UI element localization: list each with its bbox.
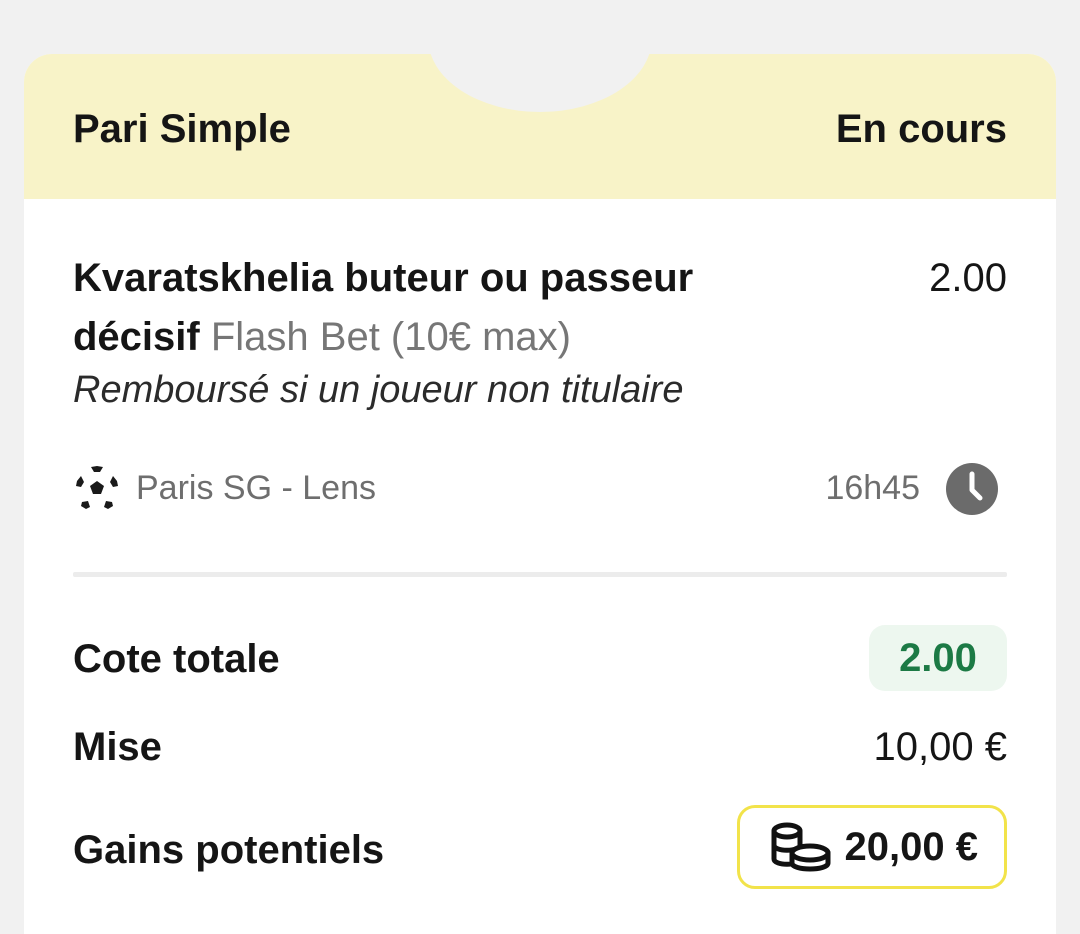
potential-gains-box: 20,00 € <box>737 805 1007 889</box>
stake-value: 10,00 € <box>873 725 1007 769</box>
ticket-notch <box>428 54 652 112</box>
bet-type-title: Pari Simple <box>73 107 291 151</box>
bet-card: Pari Simple En cours Kvaratskhelia buteu… <box>24 54 1056 934</box>
section-divider <box>73 572 1007 577</box>
clock-icon <box>946 463 998 515</box>
event-time: 16h45 <box>825 469 920 507</box>
potential-gains-value: 20,00 € <box>844 825 978 869</box>
event-name: Paris SG - Lens <box>136 469 376 507</box>
bet-card-header: Pari Simple En cours <box>24 54 1056 199</box>
selection-promo: Flash Bet (10€ max) <box>210 315 571 359</box>
stake-label: Mise <box>73 725 162 769</box>
selection-description: Kvaratskhelia buteur ou passeur décisif … <box>73 249 793 367</box>
selection-condition: Remboursé si un joueur non titulaire <box>73 369 684 411</box>
potential-gains-label: Gains potentiels <box>73 828 385 872</box>
event-row: Paris SG - Lens 16h45 <box>73 462 1007 515</box>
bet-status: En cours <box>835 107 1007 151</box>
coins-icon <box>771 822 831 872</box>
total-odds-badge: 2.00 <box>869 625 1007 691</box>
soccer-ball-icon <box>75 466 119 510</box>
selection-odd: 2.00 <box>929 256 1007 300</box>
total-odds-label: Cote totale <box>73 637 280 681</box>
